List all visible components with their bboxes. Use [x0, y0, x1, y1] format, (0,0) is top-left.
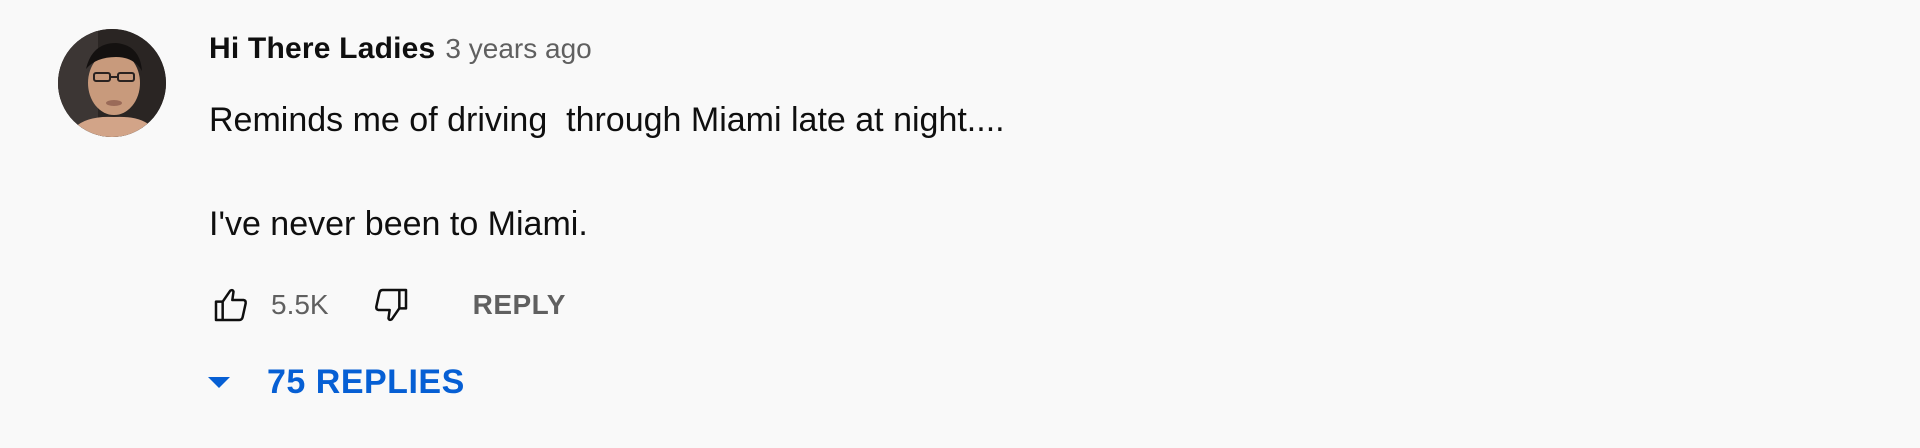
- view-replies-button[interactable]: 75 REPLIES: [205, 358, 465, 406]
- replies-count-label: 75 REPLIES: [267, 362, 465, 401]
- thumbs-up-icon: [214, 288, 247, 322]
- comment-text-line: [209, 146, 1880, 198]
- author-name[interactable]: Hi There Ladies: [209, 32, 435, 66]
- comment-text: Reminds me of driving through Miami late…: [209, 94, 1880, 250]
- like-count: 5.5K: [271, 289, 329, 320]
- avatar[interactable]: [58, 29, 166, 137]
- comment-body: Hi There Ladies 3 years ago Reminds me o…: [209, 32, 1880, 250]
- comment-actions: 5.5K REPLY: [209, 282, 566, 328]
- comment-header: Hi There Ladies 3 years ago: [209, 32, 1880, 76]
- comment-timestamp[interactable]: 3 years ago: [445, 33, 591, 65]
- comment-text-line: Reminds me of driving through Miami late…: [209, 101, 1005, 139]
- dislike-button[interactable]: [369, 283, 413, 327]
- reply-button[interactable]: REPLY: [473, 289, 566, 321]
- comment-thread: Hi There Ladies 3 years ago Reminds me o…: [0, 0, 1920, 448]
- user-avatar-icon: [58, 29, 166, 137]
- caret-down-icon: [205, 368, 233, 396]
- comment-text-line: I've never been to Miami.: [209, 205, 588, 243]
- thumbs-down-icon: [374, 288, 407, 322]
- like-button[interactable]: [209, 283, 253, 327]
